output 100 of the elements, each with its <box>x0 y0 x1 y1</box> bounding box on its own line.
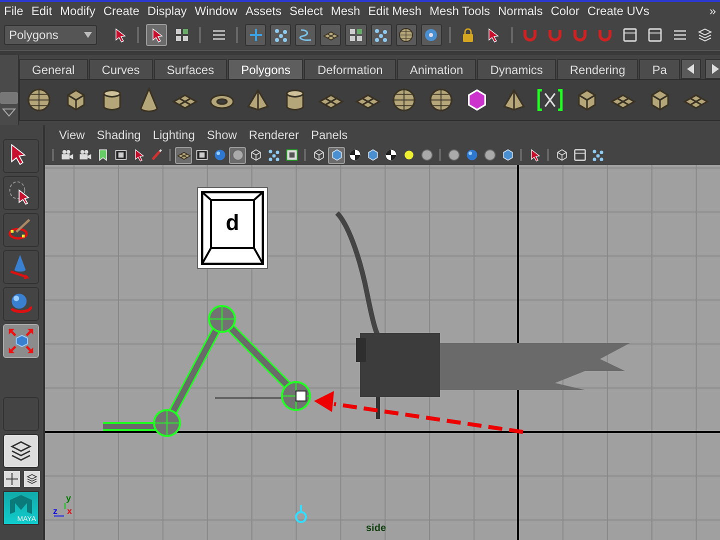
sphere-icon[interactable] <box>391 87 418 113</box>
camera-label: side <box>366 523 386 534</box>
shelf-tab[interactable]: Surfaces <box>154 59 228 79</box>
panel-menu-item[interactable]: Panels <box>304 125 354 145</box>
dots-icon <box>590 148 604 162</box>
logo-icon <box>8 494 34 516</box>
axis-label: y <box>66 493 72 503</box>
shelf-tab[interactable]: Rendering <box>556 59 638 79</box>
toolbar-button[interactable] <box>295 24 316 46</box>
single-pane-layout-button[interactable] <box>3 434 39 468</box>
menu-item[interactable]: Edit Mesh <box>364 2 426 20</box>
lasso-tool-button[interactable] <box>3 176 39 210</box>
menu-item[interactable]: Mesh <box>326 2 364 20</box>
magnet-icon <box>597 27 614 43</box>
magnet-icon <box>572 27 588 43</box>
window-icon <box>622 27 638 43</box>
shelf-tab[interactable]: Curves <box>88 59 153 79</box>
shelf-tab[interactable]: Dynamics <box>477 59 556 79</box>
sphere-icon <box>464 148 478 162</box>
scroll-left-button[interactable] <box>680 59 701 79</box>
cube-icon <box>330 148 344 162</box>
cube-icon <box>248 148 262 162</box>
toolbar-button[interactable] <box>320 24 342 46</box>
layers-icon <box>9 439 33 463</box>
menu-item[interactable]: Edit <box>27 2 56 20</box>
mode-dropdown[interactable]: Polygons <box>4 25 98 45</box>
menu-item[interactable]: Display <box>143 2 191 20</box>
film-icon <box>114 148 128 162</box>
window-icon <box>572 148 586 162</box>
panel-menu-item[interactable]: Shading <box>90 125 147 145</box>
magnet-icon <box>522 27 538 43</box>
menu-item[interactable]: Modify <box>56 2 100 20</box>
menu-item[interactable]: Select <box>285 2 327 20</box>
panel-menu-item[interactable]: Show <box>200 125 243 145</box>
pyramid-icon[interactable] <box>500 87 527 113</box>
shelf-tab[interactable]: Deformation <box>304 59 396 79</box>
window-icon <box>647 27 664 43</box>
cube-icon <box>554 148 568 162</box>
cube-icon <box>312 148 326 162</box>
curve-icon <box>298 27 314 43</box>
cube-icon <box>500 148 514 162</box>
pyramid-icon[interactable] <box>245 87 272 113</box>
menu-item[interactable]: Color <box>546 2 584 20</box>
square-icon <box>284 148 298 162</box>
sphere-icon[interactable] <box>428 87 454 113</box>
layers-icon <box>697 27 714 43</box>
menu-item[interactable]: Normals <box>494 2 547 20</box>
circle-icon <box>230 148 244 162</box>
toolbar-button[interactable] <box>420 24 442 46</box>
panel-menu-item[interactable]: Renderer <box>242 125 305 145</box>
menu-item[interactable]: Assets <box>241 2 286 20</box>
shelf-tab[interactable]: Pa <box>639 59 680 79</box>
layers-icon <box>26 473 38 485</box>
menu-item[interactable]: Create <box>99 2 144 20</box>
shelf-tab[interactable]: Polygons <box>228 59 304 79</box>
axis-label: x <box>67 506 72 516</box>
panel-menu-item[interactable]: View <box>53 125 91 145</box>
sphere-icon <box>398 27 414 43</box>
menu-item[interactable]: Mesh Tools <box>426 2 494 20</box>
camera-icon <box>78 148 92 162</box>
camera-pivot-icon <box>295 505 307 523</box>
select-tool-button[interactable] <box>3 139 39 173</box>
toolbar-button[interactable] <box>345 24 367 46</box>
menu-item[interactable]: Window <box>190 2 242 20</box>
dots-icon <box>266 148 280 162</box>
toolbar-button[interactable] <box>396 24 417 46</box>
panel-toolbar-button[interactable] <box>328 146 345 164</box>
cube-icon <box>7 327 35 355</box>
keyboard-key: d <box>198 188 267 268</box>
dots-icon <box>272 27 289 43</box>
grid-icon <box>348 27 364 43</box>
plus-icon <box>6 473 18 485</box>
toolbar-button[interactable] <box>370 24 392 46</box>
scroll-right-button[interactable] <box>704 59 720 79</box>
menu-item[interactable]: File <box>0 2 28 20</box>
toolbar-button[interactable] <box>146 24 168 46</box>
rotate-tool-button[interactable] <box>3 287 39 321</box>
move-tool-button[interactable] <box>3 250 39 284</box>
shelf-tab[interactable]: Animation <box>396 59 476 79</box>
sphere-icon[interactable] <box>26 87 52 113</box>
layout-button[interactable] <box>4 471 20 487</box>
layout-button[interactable] <box>24 471 40 487</box>
axis-icon <box>54 502 66 516</box>
menu-item[interactable]: Create UVs <box>583 2 654 20</box>
cube-icon <box>366 148 380 162</box>
checker-icon <box>384 148 398 162</box>
circle-icon <box>446 148 460 162</box>
right-arrow-icon <box>710 64 719 74</box>
overflow-button[interactable]: » <box>705 2 720 20</box>
shelf-tab[interactable]: General <box>19 59 88 79</box>
camera-icon <box>60 148 74 162</box>
toolbar-button[interactable] <box>270 24 292 46</box>
panel-toolbar-button[interactable] <box>571 146 588 164</box>
toolbar-button[interactable] <box>245 24 266 46</box>
sphere-icon <box>212 148 226 162</box>
brush-icon <box>150 148 164 162</box>
triangle-icon[interactable] <box>2 108 16 117</box>
paint-tool-button[interactable] <box>3 213 39 247</box>
panel-menu-item[interactable]: Lighting <box>146 125 201 145</box>
grid-icon <box>174 27 190 43</box>
